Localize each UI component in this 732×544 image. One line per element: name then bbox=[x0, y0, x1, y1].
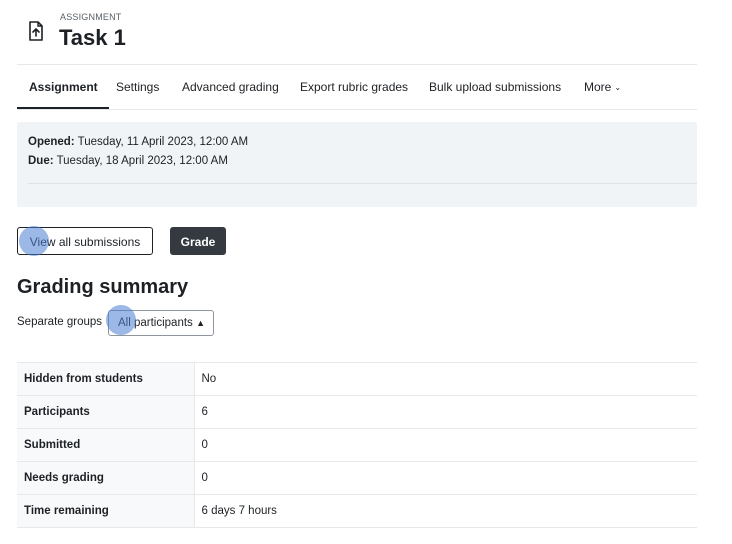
opened-value: Tuesday, 11 April 2023, 12:00 AM bbox=[77, 136, 249, 148]
chevron-down-icon: ⌄ bbox=[614, 83, 622, 92]
row-label: Submitted bbox=[17, 428, 195, 462]
groups-selected-value: All participants bbox=[118, 317, 193, 329]
tab-export-rubric-grades[interactable]: Export rubric grades bbox=[300, 65, 408, 109]
grading-summary-title: Grading summary bbox=[17, 276, 189, 298]
tabs-divider bbox=[17, 109, 697, 110]
secondary-navigation: Assignment Settings Advanced grading Exp… bbox=[17, 65, 697, 109]
grade-button[interactable]: Grade bbox=[170, 227, 226, 255]
row-label: Time remaining bbox=[17, 494, 195, 528]
table-row: Needs grading 0 bbox=[17, 461, 697, 495]
table-row: Submitted 0 bbox=[17, 428, 697, 462]
tab-label: Export rubric grades bbox=[300, 80, 409, 94]
opened-date: Opened: Tuesday, 11 April 2023, 12:00 AM bbox=[28, 136, 248, 148]
grading-summary-table: Hidden from students No Participants 6 S… bbox=[17, 362, 697, 528]
tab-label: Settings bbox=[116, 80, 160, 94]
select-arrows-icon: ▲︎ bbox=[196, 318, 205, 328]
page-title: Task 1 bbox=[59, 25, 126, 50]
view-all-submissions-button[interactable]: View all submissions bbox=[17, 227, 153, 255]
page-header: ASSIGNMENT Task 1 bbox=[17, 12, 697, 60]
groups-select[interactable]: All participants ▲︎ bbox=[108, 310, 214, 336]
row-label: Participants bbox=[17, 395, 195, 429]
row-label: Needs grading bbox=[17, 461, 195, 495]
file-upload-icon bbox=[28, 21, 44, 41]
dates-divider bbox=[28, 183, 697, 184]
page-kicker: ASSIGNMENT bbox=[60, 12, 122, 22]
due-value: Tuesday, 18 April 2023, 12:00 AM bbox=[56, 155, 228, 167]
opened-label: Opened: bbox=[28, 136, 75, 148]
due-date: Due: Tuesday, 18 April 2023, 12:00 AM bbox=[28, 155, 228, 167]
row-value: 0 bbox=[194, 461, 697, 495]
tab-label: Bulk upload submissions bbox=[429, 80, 562, 94]
table-row: Time remaining 6 days 7 hours bbox=[17, 494, 697, 528]
table-row: Hidden from students No bbox=[17, 362, 697, 396]
tab-label: Assignment bbox=[29, 80, 98, 94]
row-label: Hidden from students bbox=[17, 362, 195, 396]
row-value: 6 bbox=[194, 395, 697, 429]
row-value: 0 bbox=[194, 428, 697, 462]
activity-dates: Opened: Tuesday, 11 April 2023, 12:00 AM… bbox=[17, 122, 697, 207]
table-row: Participants 6 bbox=[17, 395, 697, 429]
due-label: Due: bbox=[28, 155, 54, 167]
row-value: 6 days 7 hours bbox=[194, 494, 697, 528]
tab-settings[interactable]: Settings bbox=[116, 65, 159, 109]
tab-assignment[interactable]: Assignment bbox=[17, 65, 109, 109]
tab-advanced-grading[interactable]: Advanced grading bbox=[182, 65, 279, 109]
groups-label: Separate groups bbox=[17, 316, 103, 328]
tab-more[interactable]: More ⌄ bbox=[584, 65, 621, 109]
tab-bulk-upload-submissions[interactable]: Bulk upload submissions bbox=[429, 65, 561, 109]
row-value: No bbox=[194, 362, 697, 396]
tab-label: More bbox=[584, 80, 612, 94]
tab-label: Advanced grading bbox=[182, 80, 279, 94]
